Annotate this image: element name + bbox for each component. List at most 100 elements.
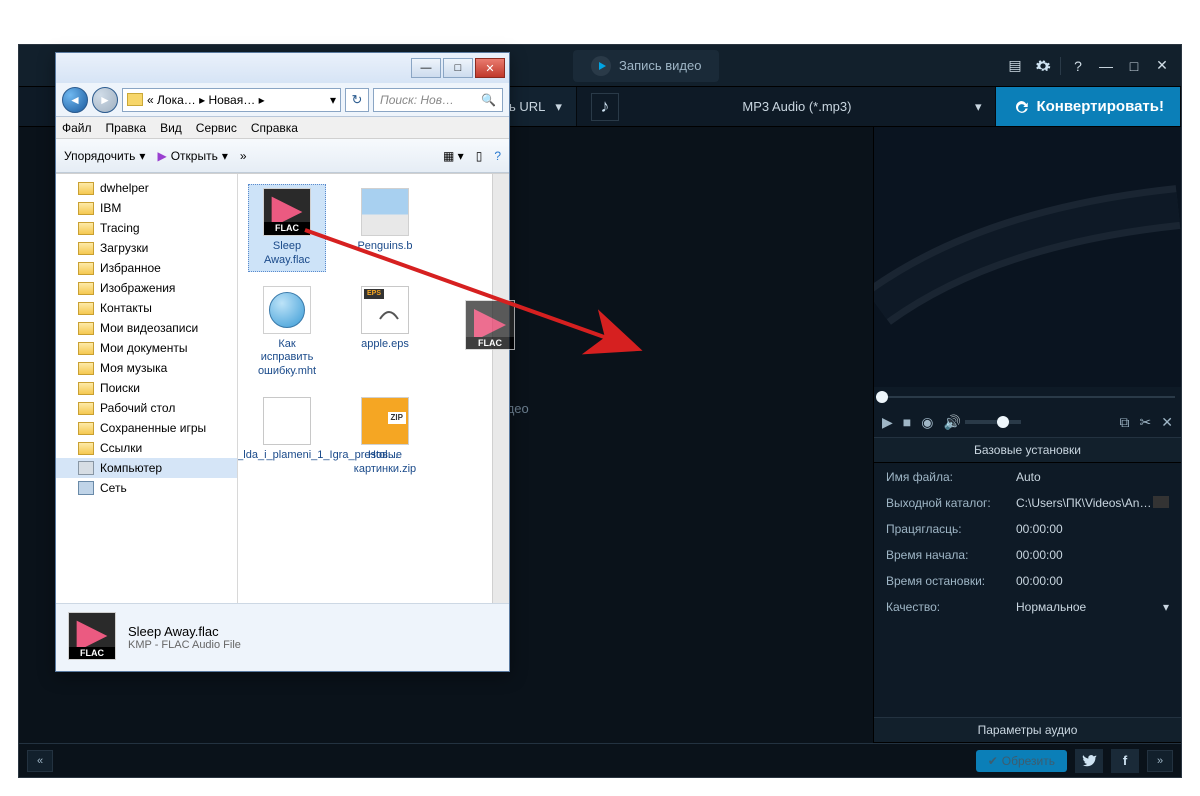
explorer-maximize-button[interactable]: □ <box>443 58 473 78</box>
play-icon <box>591 56 611 76</box>
explorer-close-button[interactable]: ✕ <box>475 58 505 78</box>
tab-label: Запись видео <box>619 58 701 73</box>
volume-icon: 🔊 <box>943 414 960 431</box>
list-icon[interactable]: ▤ <box>1004 57 1026 75</box>
organize-menu[interactable]: Упорядочить ▾ <box>64 149 145 163</box>
tree-item[interactable]: Сеть <box>56 478 237 498</box>
file-item[interactable]: FLACSleep Away.flac <box>248 184 326 272</box>
preview-pane-button[interactable]: ▯ <box>476 149 483 163</box>
collapse-left-button[interactable]: « <box>27 750 53 772</box>
tree-item[interactable]: Контакты <box>56 298 237 318</box>
folder-icon <box>78 322 94 335</box>
file-list[interactable]: FLACSleep Away.flac Penguins.b Как исправи… <box>238 174 509 603</box>
setting-row: Время остановки:00:00:00 <box>876 569 1179 593</box>
apply-trim-button[interactable]: ✔ Обрезить <box>976 750 1067 772</box>
settings-title: Базовые установки <box>874 437 1181 463</box>
flac-icon: FLAC <box>263 188 311 236</box>
tree-item[interactable]: Моя музыка <box>56 358 237 378</box>
tree-item[interactable]: Мои документы <box>56 338 237 358</box>
player-controls: ▶ ■ ◉ 🔊 ⧉ ✂ ✕ <box>874 407 1181 437</box>
address-bar[interactable]: « Лока… ▸ Новая… ▸ ▾ <box>122 88 341 112</box>
tree-item[interactable]: Рабочий стол <box>56 398 237 418</box>
mht-icon <box>263 286 311 334</box>
setting-row: Працягласць:00:00:00 <box>876 517 1179 541</box>
setting-row: Имя файла:Auto <box>876 465 1179 489</box>
crop-icon[interactable]: ✕ <box>1161 414 1173 431</box>
collapse-right-button[interactable]: » <box>1147 750 1173 772</box>
close-button[interactable]: ✕ <box>1151 57 1173 75</box>
menu-view[interactable]: Вид <box>160 121 182 135</box>
file-item[interactable]: Martin_Pesn_lda_i_plameni_1_Igra_prestol… <box>248 393 326 481</box>
tree-item[interactable]: Ссылки <box>56 438 237 458</box>
file-item[interactable]: EPSapple.eps <box>346 282 424 383</box>
chevron-down-icon[interactable]: ▾ <box>330 93 336 107</box>
view-options-button[interactable]: ▦ ▾ <box>443 149 464 163</box>
nav-back-button[interactable]: ◄ <box>62 87 88 113</box>
volume-control[interactable]: 🔊 <box>943 414 1020 431</box>
explorer-help-button[interactable]: ? <box>494 149 501 163</box>
tree-item[interactable]: Мои видеозаписи <box>56 318 237 338</box>
folder-icon <box>78 182 94 195</box>
folder-icon <box>127 93 143 106</box>
menu-edit[interactable]: Правка <box>106 121 147 135</box>
output-format-selector[interactable]: ♪ MP3 Audio (*.mp3) ▾ <box>577 87 997 126</box>
app-footer: « ✔ Обрезить f » <box>19 743 1181 777</box>
menu-tools[interactable]: Сервис <box>196 121 237 135</box>
link-icon[interactable]: ⧉ <box>1120 414 1130 431</box>
file-explorer-window: — □ ✕ ◄ ► « Лока… ▸ Новая… ▸ ▾ ↻ Поиск: … <box>55 52 510 672</box>
explorer-toolbar: Упорядочить ▾ ▶Открыть ▾ » ▦ ▾ ▯ ? <box>56 139 509 173</box>
cut-icon[interactable]: ✂ <box>1140 414 1152 431</box>
snapshot-button[interactable]: ◉ <box>921 414 933 431</box>
explorer-nav-bar: ◄ ► « Лока… ▸ Новая… ▸ ▾ ↻ Поиск: Нов… 🔍 <box>56 83 509 117</box>
seek-bar[interactable] <box>874 387 1181 407</box>
tree-item[interactable]: IBM <box>56 198 237 218</box>
search-icon: 🔍 <box>481 93 496 107</box>
browse-button[interactable] <box>1153 496 1169 508</box>
refresh-button[interactable]: ↻ <box>345 88 369 112</box>
volume-thumb[interactable] <box>997 416 1009 428</box>
nav-forward-button[interactable]: ► <box>92 87 118 113</box>
search-input[interactable]: Поиск: Нов… 🔍 <box>373 88 503 112</box>
open-menu[interactable]: ▶Открыть ▾ <box>157 149 227 163</box>
tree-item[interactable]: Поиски <box>56 378 237 398</box>
audio-settings-title[interactable]: Параметры аудио <box>874 717 1181 743</box>
menu-file[interactable]: Файл <box>62 121 92 135</box>
minimize-button[interactable]: — <box>1095 57 1117 75</box>
tree-item[interactable]: Загрузки <box>56 238 237 258</box>
help-button[interactable]: ? <box>1067 57 1089 75</box>
seek-thumb[interactable] <box>876 391 888 403</box>
explorer-minimize-button[interactable]: — <box>411 58 441 78</box>
tree-item[interactable]: dwhelper <box>56 178 237 198</box>
file-item[interactable]: ZIPНовые картинки.zip <box>346 393 424 481</box>
settings-table: Имя файла:Auto Выходной каталог:C:\Users… <box>874 463 1181 621</box>
tab-record-video[interactable]: Запись видео <box>573 50 719 82</box>
tree-item[interactable]: Избранное <box>56 258 237 278</box>
menu-help[interactable]: Справка <box>251 121 298 135</box>
facebook-button[interactable]: f <box>1111 749 1139 773</box>
twitter-button[interactable] <box>1075 749 1103 773</box>
maximize-button[interactable]: □ <box>1123 57 1145 75</box>
folder-icon <box>78 202 94 215</box>
convert-button[interactable]: Конвертировать! <box>996 87 1181 126</box>
file-item[interactable]: Penguins.b <box>346 184 424 272</box>
scrollbar[interactable] <box>492 174 509 603</box>
toolbar-more[interactable]: » <box>240 149 247 163</box>
tree-item[interactable]: Сохраненные игры <box>56 418 237 438</box>
folder-icon <box>78 382 94 395</box>
folder-icon <box>78 442 94 455</box>
text-icon <box>263 397 311 445</box>
zip-icon: ZIP <box>361 397 409 445</box>
play-button[interactable]: ▶ <box>882 414 893 431</box>
file-item[interactable]: Как исправить ошибку.mht <box>248 282 326 383</box>
tree-item[interactable]: Изображения <box>56 278 237 298</box>
tree-item[interactable]: Компьютер <box>56 458 237 478</box>
settings-button[interactable] <box>1032 57 1054 75</box>
tree-item[interactable]: Tracing <box>56 218 237 238</box>
setting-row: Время начала:00:00:00 <box>876 543 1179 567</box>
folder-icon <box>78 422 94 435</box>
folder-tree[interactable]: dwhelperIBMTracingЗагрузкиИзбранноеИзобр… <box>56 174 238 603</box>
explorer-titlebar[interactable]: — □ ✕ <box>56 53 509 83</box>
stop-button[interactable]: ■ <box>903 414 911 430</box>
twitter-icon <box>1081 754 1097 768</box>
folder-icon <box>78 302 94 315</box>
